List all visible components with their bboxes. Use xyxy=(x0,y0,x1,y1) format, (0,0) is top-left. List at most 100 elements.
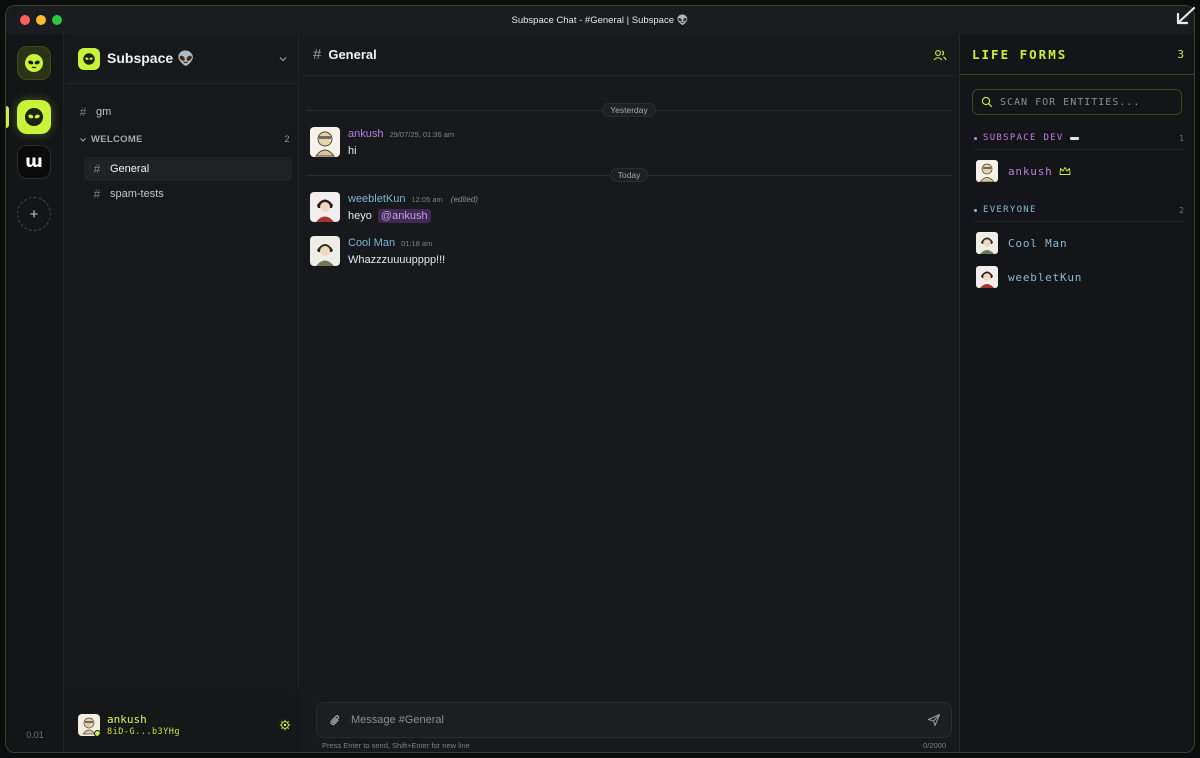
message-composer[interactable]: Message #General xyxy=(316,702,952,738)
member-name: weebletKun xyxy=(1008,270,1083,284)
paperclip-icon[interactable] xyxy=(329,714,342,727)
avatar[interactable] xyxy=(310,127,340,157)
message-author[interactable]: weebletKun xyxy=(348,193,406,205)
alien-face-icon xyxy=(25,108,43,126)
server-rail: ɯ + 0.01 xyxy=(6,34,64,752)
crown-icon xyxy=(1059,167,1070,175)
channel-gm[interactable]: # gm xyxy=(76,100,292,124)
avatar[interactable] xyxy=(310,192,340,222)
member-name: Cool Man xyxy=(1008,236,1068,250)
server-header[interactable]: Subspace 👽 xyxy=(65,34,299,84)
alien-face-icon xyxy=(25,54,43,72)
message-text: hi xyxy=(348,145,357,157)
avatar xyxy=(976,266,998,288)
plus-icon: + xyxy=(29,205,39,223)
role-header-subspace-dev: SUBSPACE DEV 1 xyxy=(974,133,1184,143)
role-badge xyxy=(1069,136,1079,140)
server-name: Subspace 👽 xyxy=(107,50,195,66)
user-avatar-icon xyxy=(310,236,340,266)
server-subspace-home[interactable] xyxy=(17,46,51,80)
edited-label: (edited) xyxy=(450,195,478,204)
user-mention[interactable]: @ankush xyxy=(377,209,431,223)
gear-icon[interactable] xyxy=(279,719,291,731)
life-forms-panel: LIFE FORMS 3 SCAN FOR ENTITIES... SUBSPA… xyxy=(959,34,1194,752)
server-w[interactable]: ɯ xyxy=(17,145,51,179)
role-header-everyone: EVERYONE 2 xyxy=(974,205,1184,215)
message-timestamp: 01:18 am xyxy=(401,239,433,248)
search-icon xyxy=(981,96,993,108)
user-panel: ankush 8iD-G...b3YHg xyxy=(65,696,299,752)
composer-hint: Press Enter to send, Shift+Enter for new… xyxy=(322,741,470,750)
add-server-button[interactable]: + xyxy=(17,197,51,231)
user-avatar-icon xyxy=(310,127,340,157)
channel-label: spam-tests xyxy=(110,188,164,200)
member-item-cool-man[interactable]: Cool Man xyxy=(976,232,1067,254)
window-title: Subspace Chat - #General | Subspace 👽 xyxy=(511,14,689,26)
channel-spam-tests[interactable]: # spam-tests xyxy=(84,182,292,206)
user-avatar-icon xyxy=(976,266,998,288)
chat-main: # General Yesterday ankush 29/07/25, 01:… xyxy=(300,34,958,752)
window-controls xyxy=(20,15,62,25)
channel-label: gm xyxy=(96,106,112,118)
app-version: 0.01 xyxy=(26,730,44,740)
user-id: 8iD-G...b3YHg xyxy=(107,727,181,737)
role-bullet xyxy=(974,208,977,212)
close-window-button[interactable] xyxy=(20,15,30,25)
entity-search-input[interactable]: SCAN FOR ENTITIES... xyxy=(972,89,1182,115)
channel-general[interactable]: # General xyxy=(84,157,292,181)
send-icon[interactable] xyxy=(927,713,941,727)
date-divider-label: Today xyxy=(609,168,649,182)
hash-icon: # xyxy=(93,187,101,201)
member-name: ankush xyxy=(1008,164,1053,178)
char-counter: 0/2000 xyxy=(923,741,946,750)
role-count: 2 xyxy=(1179,205,1184,215)
date-divider: Yesterday xyxy=(300,103,958,117)
avatar[interactable] xyxy=(310,236,340,266)
hash-icon: # xyxy=(313,46,322,63)
role-bullet xyxy=(974,136,977,140)
life-forms-title: LIFE FORMS xyxy=(972,47,1068,62)
maximize-window-button[interactable] xyxy=(52,15,62,25)
arrow-down-left-icon xyxy=(1176,6,1196,25)
role-count: 1 xyxy=(1179,133,1184,143)
message-author[interactable]: ankush xyxy=(348,128,383,140)
message-text: Whazzzuuuupppp!!! xyxy=(348,254,446,266)
user-avatar-icon xyxy=(976,160,998,182)
avatar[interactable] xyxy=(78,714,100,736)
alien-face-icon xyxy=(83,52,95,65)
minimize-window-button[interactable] xyxy=(36,15,46,25)
avatar xyxy=(976,232,998,254)
chevron-down-icon xyxy=(80,137,86,142)
search-placeholder: SCAN FOR ENTITIES... xyxy=(1000,96,1141,108)
channel-header: # General xyxy=(300,34,958,76)
divider xyxy=(960,74,1194,75)
divider xyxy=(974,221,1184,222)
server-w-letter: ɯ xyxy=(25,152,43,172)
message-input[interactable]: Message #General xyxy=(351,714,444,726)
title-bar: Subspace Chat - #General | Subspace 👽 xyxy=(6,6,1194,34)
app-window: Subspace Chat - #General | Subspace 👽 ɯ … xyxy=(5,5,1195,753)
channel-label: General xyxy=(110,163,150,175)
role-label: EVERYONE xyxy=(983,205,1037,215)
message-text: heyo xyxy=(348,210,372,222)
category-welcome[interactable]: WELCOME 2 xyxy=(78,134,290,145)
user-avatar-icon xyxy=(976,232,998,254)
member-item-weebletkun[interactable]: weebletKun xyxy=(976,266,1082,288)
hash-icon: # xyxy=(93,162,101,176)
date-divider: Today xyxy=(300,168,958,182)
message-text-row: heyo @ankush xyxy=(348,209,431,223)
date-divider-label: Yesterday xyxy=(602,103,656,117)
message-timestamp: 29/07/25, 01:36 am xyxy=(389,130,455,139)
members-icon[interactable] xyxy=(933,48,947,62)
life-forms-count: 3 xyxy=(1177,48,1184,61)
user-avatar-icon xyxy=(310,192,340,222)
active-server-indicator xyxy=(6,106,9,128)
divider xyxy=(974,149,1184,150)
message-timestamp: 12:05 am xyxy=(411,195,443,204)
chevron-down-icon[interactable] xyxy=(277,53,289,65)
message-author[interactable]: Cool Man xyxy=(348,237,395,249)
member-item-ankush[interactable]: ankush xyxy=(976,160,1071,182)
server-active[interactable] xyxy=(17,100,51,134)
hash-icon: # xyxy=(79,105,87,119)
channel-sidebar: Subspace 👽 # gm WELCOME 2 # General # sp… xyxy=(65,34,299,694)
